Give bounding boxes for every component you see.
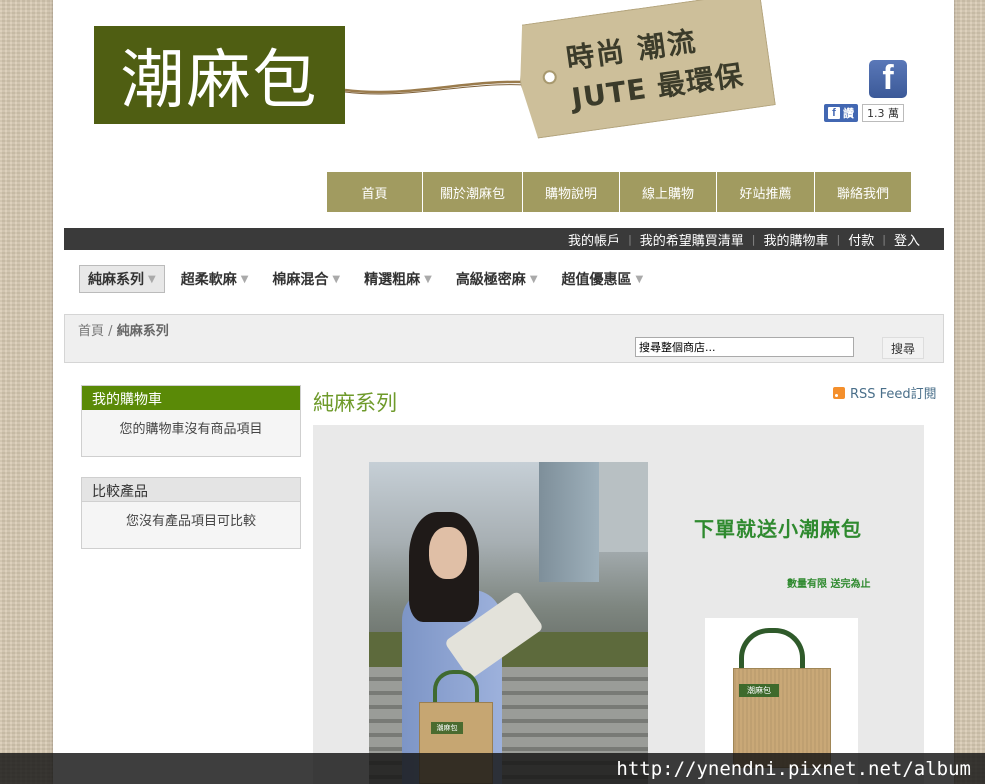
chevron-down-icon: ▼ <box>635 273 644 285</box>
category-nav-item-5[interactable]: 超值優惠區 ▼ <box>554 265 652 293</box>
sidebar-compare-box: 比較產品 您沒有產品項目可比較 <box>81 477 301 549</box>
category-navigation: 純麻系列 ▼ 超柔軟麻 ▼ 棉麻混合 ▼ 精選粗麻 ▼ 高級極密麻 ▼ 超值優惠區 ▼ <box>79 265 659 293</box>
category-nav-label: 純麻系列 <box>88 272 144 288</box>
compare-empty-message: 您沒有產品項目可比較 <box>125 514 256 529</box>
main-nav-item-1[interactable]: 關於潮麻包 <box>423 172 523 212</box>
photo-building <box>539 462 599 582</box>
category-nav-item-4[interactable]: 高級極密麻 ▼ <box>448 265 546 293</box>
user-bar-link-0[interactable]: 我的帳戶 <box>560 230 628 249</box>
user-bar-link-1[interactable]: 我的希望購買清單 <box>632 230 752 249</box>
category-nav-item-3[interactable]: 精選粗麻 ▼ <box>356 265 440 293</box>
breadcrumb-home-link[interactable]: 首頁 <box>78 324 104 339</box>
site-logo[interactable]: 潮麻包 <box>94 26 345 124</box>
breadcrumb-search-bar: 首頁 / 純麻系列 搜尋 <box>64 314 944 363</box>
breadcrumb-separator: / <box>108 324 113 339</box>
promo-headline: 下單就送小潮麻包 <box>694 517 862 541</box>
category-nav-item-2[interactable]: 棉麻混合 ▼ <box>264 265 348 293</box>
user-bar-link-4[interactable]: 登入 <box>886 230 928 249</box>
cart-box-title[interactable]: 我的購物車 <box>82 386 300 410</box>
search-button[interactable]: 搜尋 <box>882 337 924 359</box>
main-nav-item-4[interactable]: 好站推薦 <box>717 172 815 212</box>
rss-feed-link[interactable]: RSS Feed訂閱 <box>833 383 937 402</box>
category-nav-item-0[interactable]: 純麻系列 ▼ <box>79 265 165 293</box>
main-nav-item-2[interactable]: 購物說明 <box>523 172 620 212</box>
main-navigation: 首頁 關於潮麻包 購物說明 線上購物 好站推薦 聯絡我們 <box>327 172 912 212</box>
chevron-down-icon: ▼ <box>529 273 538 285</box>
category-nav-label: 高級極密麻 <box>455 272 526 288</box>
facebook-like-count: 1.3 萬 <box>862 104 904 122</box>
rss-feed-label: RSS Feed訂閱 <box>850 387 937 402</box>
category-page-title: 純麻系列 <box>313 391 397 415</box>
page-container: 潮麻包 時尚 潮流 JUTE 最環保 f f 讚 1.3 萬 首頁 關於潮麻包 購物… <box>53 0 954 784</box>
chevron-down-icon: ▼ <box>240 273 249 285</box>
facebook-small-icon: f <box>828 107 840 119</box>
breadcrumb: 首頁 / 純麻系列 <box>78 320 169 339</box>
user-bar-link-2[interactable]: 我的購物車 <box>756 230 837 249</box>
category-nav-item-1[interactable]: 超柔軟麻 ▼ <box>173 265 257 293</box>
facebook-icon[interactable]: f <box>869 60 907 98</box>
promo-banner[interactable]: 潮麻包 下單就送小潮麻包 數量有限 送完為止 潮麻包 <box>313 425 924 784</box>
category-nav-label: 棉麻混合 <box>272 272 329 288</box>
hang-tag-banner: 時尚 潮流 JUTE 最環保 <box>512 0 776 140</box>
promo-subline: 數量有限 送完為止 <box>787 579 871 590</box>
category-nav-label: 超值優惠區 <box>561 272 632 288</box>
breadcrumb-current: 純麻系列 <box>116 324 169 339</box>
user-account-bar: 我的帳戶 | 我的希望購買清單 | 我的購物車 | 付款 | 登入 <box>64 228 944 250</box>
facebook-like-button[interactable]: f 讚 <box>824 104 858 122</box>
main-nav-item-0[interactable]: 首頁 <box>327 172 423 212</box>
tag-hole <box>542 69 558 85</box>
category-nav-label: 超柔軟麻 <box>180 272 237 288</box>
user-bar-link-3[interactable]: 付款 <box>840 230 882 249</box>
photo-bag-label: 潮麻包 <box>431 722 463 734</box>
cart-empty-message: 您的購物車沒有商品項目 <box>119 422 263 437</box>
photo-building-2 <box>599 462 648 552</box>
facebook-like-label: 讚 <box>843 107 854 120</box>
chevron-down-icon: ▼ <box>148 273 156 285</box>
rss-icon <box>833 386 845 399</box>
sidebar-cart-box: 我的購物車 您的購物車沒有商品項目 <box>81 385 301 457</box>
gift-bag-label: 潮麻包 <box>739 684 779 697</box>
watermark-url: http://ynendni.pixnet.net/album <box>0 753 985 784</box>
search-input[interactable] <box>635 337 854 357</box>
chevron-down-icon: ▼ <box>424 273 432 285</box>
compare-box-title: 比較產品 <box>82 478 300 502</box>
photo-model-face <box>429 527 467 579</box>
model-photo: 潮麻包 <box>369 462 648 784</box>
main-nav-item-5[interactable]: 聯絡我們 <box>815 172 912 212</box>
facebook-like-widget: f 讚 1.3 萬 <box>824 103 904 123</box>
main-nav-item-3[interactable]: 線上購物 <box>620 172 717 212</box>
category-nav-label: 精選粗麻 <box>364 272 421 288</box>
photo-bag-handle <box>433 670 479 706</box>
chevron-down-icon: ▼ <box>332 273 341 285</box>
